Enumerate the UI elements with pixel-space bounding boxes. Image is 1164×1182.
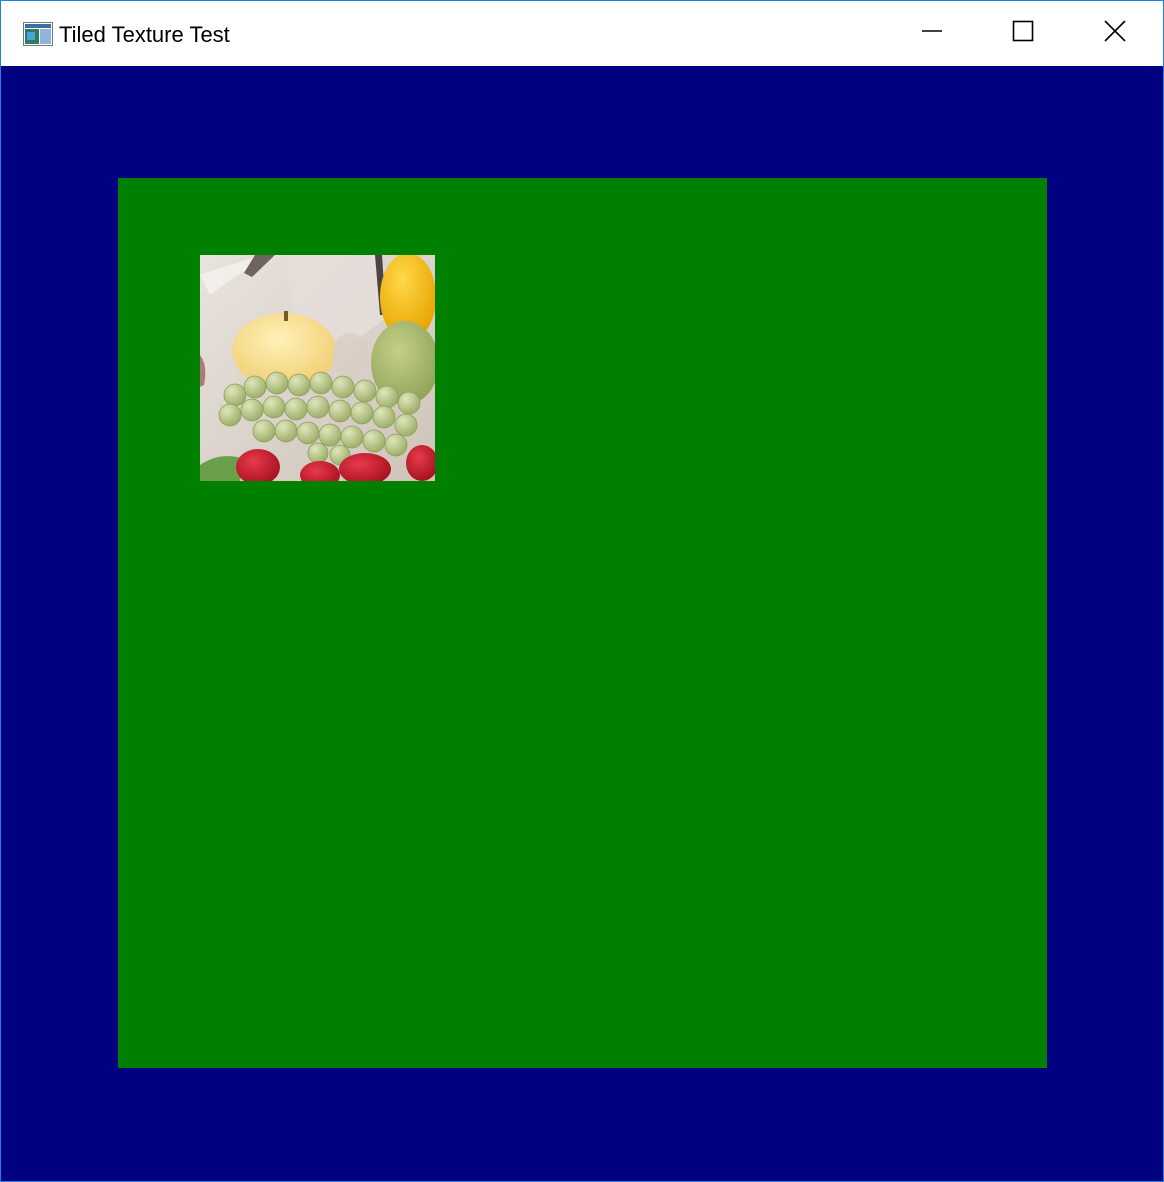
app-window-icon[interactable] — [23, 22, 53, 46]
green-quad — [118, 178, 1047, 1068]
minimize-icon — [921, 20, 943, 47]
close-icon — [1104, 20, 1126, 47]
window-title: Tiled Texture Test — [59, 22, 230, 47]
minimize-button[interactable] — [886, 1, 978, 66]
maximize-icon — [1012, 20, 1034, 47]
render-area[interactable] — [1, 66, 1163, 1181]
title-bar[interactable]: Tiled Texture Test — [1, 1, 1163, 66]
close-button[interactable] — [1069, 1, 1161, 66]
maximize-button[interactable] — [977, 1, 1069, 66]
fruit-bowl-texture — [200, 255, 435, 481]
app-window: Tiled Texture Test — [0, 0, 1164, 1182]
